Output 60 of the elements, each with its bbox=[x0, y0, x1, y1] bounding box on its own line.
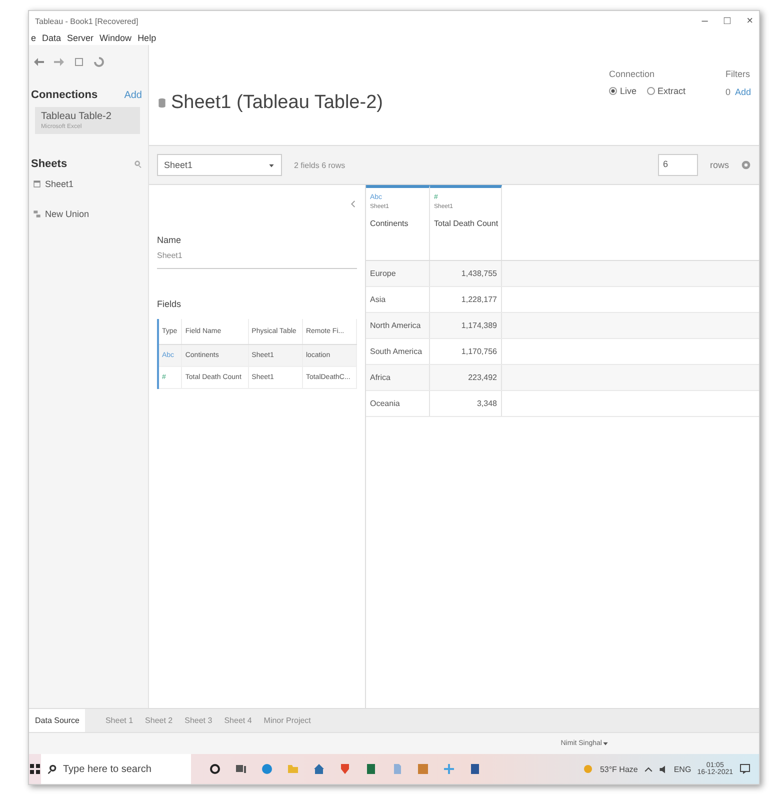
house-icon[interactable] bbox=[313, 763, 325, 775]
chevron-up-icon[interactable] bbox=[644, 764, 653, 774]
grid-cell: 1,228,177 bbox=[430, 287, 502, 312]
grid-cell: 3,348 bbox=[430, 391, 502, 416]
name-field[interactable]: Sheet1 bbox=[157, 245, 357, 269]
window-control[interactable]: × bbox=[746, 15, 753, 27]
back-arrow-icon[interactable] bbox=[33, 56, 45, 68]
menu-item[interactable]: e bbox=[31, 33, 36, 43]
weather-text[interactable]: 53°F Haze bbox=[600, 764, 638, 774]
window-title: Tableau - Book1 [Recovered] bbox=[35, 16, 138, 26]
cylinder-icon[interactable] bbox=[157, 98, 167, 108]
fields-label: Fields bbox=[157, 299, 182, 309]
sheet-dropdown[interactable]: Sheet1 bbox=[157, 154, 282, 176]
shield-icon[interactable] bbox=[339, 763, 351, 775]
forward-arrow-icon[interactable] bbox=[53, 56, 65, 68]
connection-radio[interactable]: Extract bbox=[646, 86, 686, 96]
grid-cell: 223,492 bbox=[430, 365, 502, 390]
grid-cell: South America bbox=[366, 339, 430, 364]
union-icon[interactable] bbox=[33, 210, 41, 218]
menu-item[interactable]: Help bbox=[138, 33, 156, 43]
search-icon[interactable] bbox=[47, 764, 57, 774]
caret-icon[interactable] bbox=[268, 162, 275, 168]
grid-cell: 1,438,755 bbox=[430, 261, 502, 286]
grid-cell: Europe bbox=[366, 261, 430, 286]
task-view-icon[interactable] bbox=[235, 763, 247, 775]
menu-item[interactable]: Data bbox=[42, 33, 62, 43]
window-control[interactable]: – bbox=[702, 15, 708, 27]
connections-heading: Connections bbox=[31, 89, 98, 101]
speaker-icon[interactable] bbox=[658, 764, 668, 774]
filters-count: 0 bbox=[726, 87, 731, 97]
data-source-title: Sheet1 (Tableau Table-2) bbox=[157, 61, 383, 145]
grid-cell: North America bbox=[366, 313, 430, 338]
document-icon[interactable] bbox=[391, 763, 403, 775]
taskbar-search-field[interactable]: Type here to search bbox=[41, 754, 191, 784]
start-icon[interactable] bbox=[29, 763, 41, 775]
rows-input[interactable]: 6 bbox=[658, 154, 698, 176]
grid-cell: Asia bbox=[366, 287, 430, 312]
window-control[interactable]: □ bbox=[724, 15, 731, 27]
new-union-item[interactable]: New Union bbox=[29, 206, 148, 222]
grid-cell: 1,174,389 bbox=[430, 313, 502, 338]
grid-cell: Africa bbox=[366, 365, 430, 390]
sheet-tab[interactable]: Data Source bbox=[29, 709, 86, 732]
rows-label: rows bbox=[710, 160, 729, 170]
sheets-heading: Sheets bbox=[31, 158, 68, 170]
filters-label: Filters bbox=[726, 69, 751, 79]
menu-item[interactable]: Window bbox=[100, 33, 132, 43]
caret-icon[interactable] bbox=[602, 740, 609, 747]
grid-cell: Oceania bbox=[366, 391, 430, 416]
notification-icon[interactable] bbox=[739, 763, 751, 775]
name-label: Name bbox=[157, 235, 182, 245]
sheet-item[interactable]: Sheet1 bbox=[29, 176, 148, 192]
grid-cell: 1,170,756 bbox=[430, 339, 502, 364]
language-indicator[interactable]: ENG bbox=[674, 764, 692, 774]
collapse-chevron-icon[interactable] bbox=[349, 200, 357, 208]
fields-rows-info: 2 fields 6 rows bbox=[294, 160, 346, 170]
connection-label: Connection bbox=[608, 69, 656, 79]
refresh-icon[interactable] bbox=[93, 56, 105, 68]
menu-item[interactable]: Server bbox=[67, 33, 94, 43]
connection-radio[interactable]: Live bbox=[608, 86, 636, 96]
table-icon[interactable] bbox=[33, 180, 41, 188]
